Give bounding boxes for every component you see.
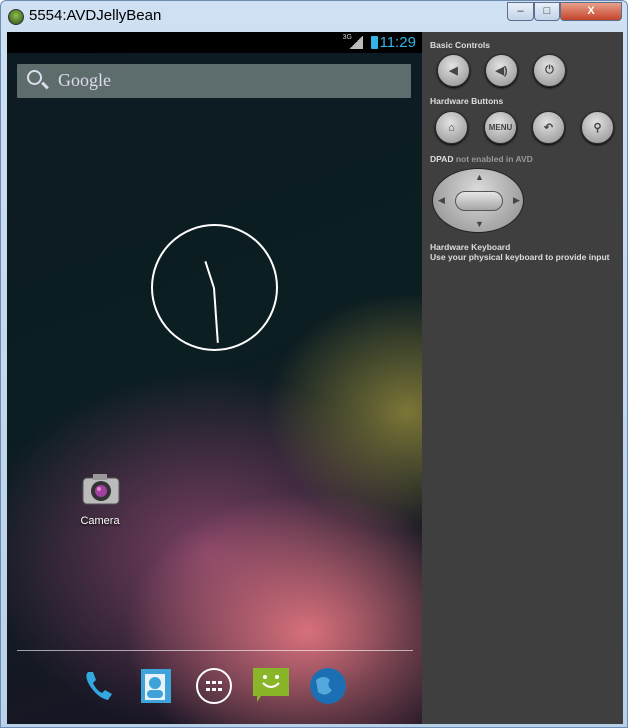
battery-icon: [371, 36, 378, 49]
close-button[interactable]: X: [560, 2, 622, 21]
hour-hand: [204, 261, 215, 289]
power-icon: ⏻: [545, 64, 554, 76]
analog-clock-widget[interactable]: [151, 224, 278, 351]
power-button[interactable]: ⏻: [533, 54, 566, 87]
minute-hand: [213, 287, 219, 343]
volume-down-icon: ◀: [449, 65, 458, 77]
hardware-buttons-label: Hardware Buttons: [430, 96, 504, 106]
search-icon: [27, 70, 42, 85]
android-app-icon: [8, 9, 24, 25]
dpad-down-arrow-icon[interactable]: ▼: [475, 219, 484, 229]
dpad[interactable]: ▲ ▼ ◀ ▶: [432, 168, 524, 233]
minimize-button[interactable]: –: [507, 2, 534, 21]
search-label: Google: [58, 70, 111, 90]
dpad-left-arrow-icon[interactable]: ◀: [438, 195, 445, 206]
hardware-keyboard-desc: Use your physical keyboard to provide in…: [430, 252, 610, 262]
volume-up-button[interactable]: ◀): [485, 54, 518, 87]
camera-app-icon[interactable]: [79, 470, 123, 510]
window-title: 5554:AVDJellyBean: [29, 7, 162, 24]
hardware-keyboard-title: Hardware Keyboard: [430, 242, 511, 252]
maximize-button[interactable]: □: [534, 2, 560, 21]
google-search-bar[interactable]: Google: [17, 64, 411, 98]
phone-screen[interactable]: 3G 11:29 Google Camera: [7, 32, 422, 724]
status-bar: 3G 11:29: [7, 32, 422, 53]
dpad-label-rest: not enabled in AVD: [453, 154, 533, 164]
dpad-label-bold: DPAD: [430, 154, 454, 164]
home-icon: ⌂: [448, 121, 455, 134]
search-button[interactable]: ⚲: [581, 111, 614, 144]
signal-icon: [349, 36, 363, 49]
phone-dock-icon[interactable]: [80, 666, 120, 706]
volume-up-icon: ◀): [495, 65, 508, 77]
dpad-center-button[interactable]: [455, 191, 503, 211]
volume-down-button[interactable]: ◀: [437, 54, 470, 87]
back-button[interactable]: ↶: [532, 111, 565, 144]
dpad-label: DPAD not enabled in AVD: [430, 154, 533, 164]
controls-panel: Basic Controls ◀ ◀) ⏻ Hardware Buttons ⌂…: [422, 32, 623, 724]
contacts-dock-icon[interactable]: [137, 666, 177, 706]
back-icon: ↶: [543, 122, 554, 134]
status-time: 11:29: [379, 34, 416, 51]
emulator-window: 5554:AVDJellyBean – □ X 3G 11:29 Google …: [0, 0, 628, 728]
title-bar[interactable]: 5554:AVDJellyBean – □ X: [1, 1, 627, 32]
messaging-dock-icon[interactable]: [251, 666, 291, 706]
menu-button[interactable]: MENU: [484, 111, 517, 144]
basic-controls-label: Basic Controls: [430, 40, 490, 50]
dock-divider: [17, 650, 413, 651]
all-apps-dock-icon[interactable]: [194, 666, 234, 706]
search-icon: ⚲: [593, 122, 602, 134]
browser-dock-icon[interactable]: [308, 666, 348, 706]
home-button[interactable]: ⌂: [435, 111, 468, 144]
camera-app-label[interactable]: Camera: [67, 515, 133, 527]
dpad-right-arrow-icon[interactable]: ▶: [513, 195, 520, 206]
dpad-up-arrow-icon[interactable]: ▲: [475, 172, 484, 182]
